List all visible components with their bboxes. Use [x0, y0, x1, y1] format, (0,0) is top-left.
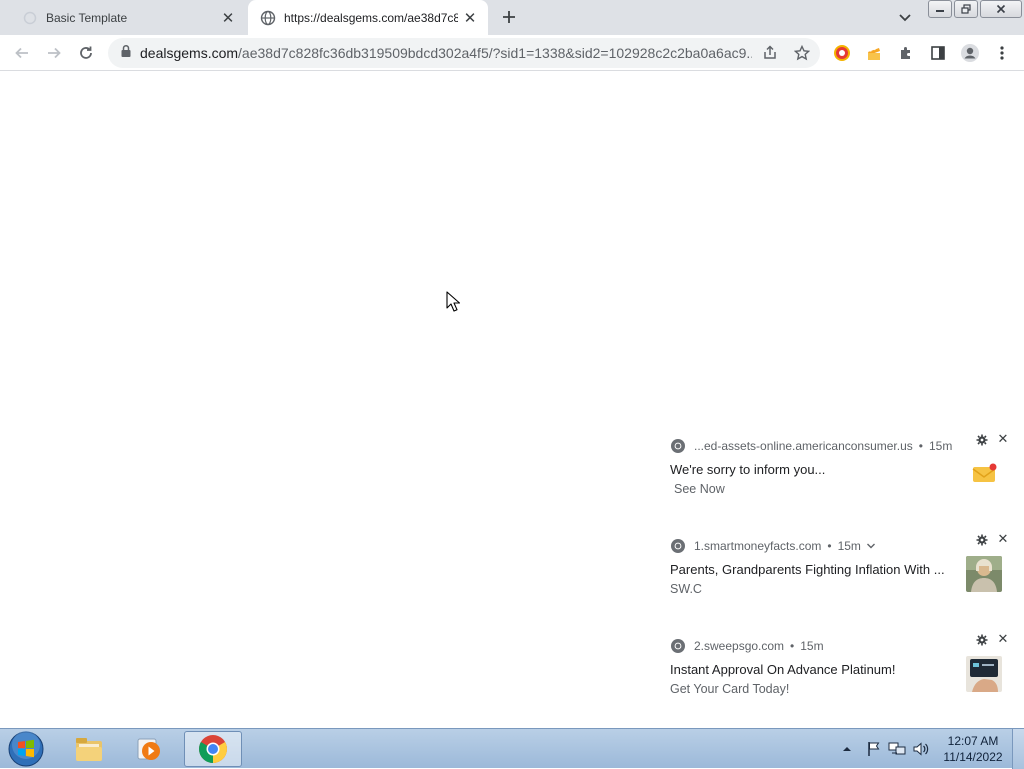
side-panel-icon[interactable]: [923, 38, 953, 68]
person-photo: [966, 556, 1002, 592]
tab-basic-template[interactable]: Basic Template ✕: [8, 0, 246, 35]
url-path: /ae38d7c828fc36db319509bdcd302a4f5/?sid1…: [238, 45, 752, 61]
notification-body: SW.C: [670, 582, 702, 596]
notification-card[interactable]: ...ed-assets-online.americanconsumer.us …: [660, 430, 1016, 520]
url-host: dealsgems.com: [140, 45, 239, 61]
chrome-icon: [671, 439, 685, 453]
close-tab-icon[interactable]: ✕: [458, 6, 482, 30]
taskbar-clock[interactable]: 12:07 AM 11/14/2022: [940, 733, 1006, 765]
close-window-button[interactable]: [980, 0, 1022, 18]
action-center-flag-icon[interactable]: [866, 741, 882, 757]
credit-card-photo: [966, 656, 1002, 692]
notification-header: ...ed-assets-online.americanconsumer.us …: [670, 438, 952, 454]
media-player-icon: [137, 738, 160, 760]
taskbar-explorer-button[interactable]: [60, 731, 118, 767]
notification-source: 1.smartmoneyfacts.com: [694, 539, 822, 553]
chrome-icon: [199, 735, 227, 763]
extensions-puzzle-icon[interactable]: [891, 38, 921, 68]
taskbar-chrome-button[interactable]: [184, 731, 242, 767]
lock-icon[interactable]: [120, 44, 132, 63]
back-arrow-icon[interactable]: [7, 38, 37, 68]
notification-title: We're sorry to inform you...: [670, 462, 826, 477]
notification-source: 2.sweepsgo.com: [694, 639, 785, 653]
notification-card[interactable]: 2.sweepsgo.com • 15m ✕ Instant Approval …: [660, 630, 1016, 720]
volume-icon[interactable]: [912, 741, 930, 757]
folder-icon: [76, 738, 102, 761]
menu-kebab-icon[interactable]: [987, 38, 1017, 68]
chrome-icon: [671, 639, 685, 653]
windows-taskbar: 12:07 AM 11/14/2022: [0, 728, 1024, 769]
gear-icon[interactable]: [976, 434, 988, 446]
close-tab-icon[interactable]: ✕: [216, 6, 240, 30]
gear-icon[interactable]: [976, 634, 988, 646]
notification-source: ...ed-assets-online.americanconsumer.us: [694, 439, 913, 453]
show-desktop-button[interactable]: [1012, 729, 1024, 769]
notification-header: 2.sweepsgo.com • 15m: [670, 638, 824, 654]
extension-clapper-icon[interactable]: [859, 38, 889, 68]
tab-search-chevron-icon[interactable]: [893, 6, 917, 30]
tab-title: https://dealsgems.com/ae38d7c8: [284, 10, 458, 25]
notification-body: Get Your Card Today!: [670, 682, 790, 696]
extension-red-shield-icon[interactable]: [827, 38, 857, 68]
loading-icon: [22, 10, 38, 26]
notification-body: See Now: [674, 482, 725, 496]
mouse-cursor-icon: [446, 291, 460, 312]
tab-title: Basic Template: [46, 10, 128, 25]
new-tab-button[interactable]: [497, 5, 521, 29]
windows-logo-icon: [8, 731, 44, 767]
envelope-icon: [966, 456, 1002, 492]
address-bar[interactable]: dealsgems.com/ae38d7c828fc36db319509bdcd…: [108, 38, 820, 68]
start-button[interactable]: [6, 731, 46, 767]
reload-icon[interactable]: [71, 38, 101, 68]
notification-card[interactable]: 1.smartmoneyfacts.com • 15m ✕ Parents, G…: [660, 530, 1016, 620]
gear-icon[interactable]: [976, 534, 988, 546]
window-controls: [928, 0, 1022, 18]
close-icon[interactable]: ✕: [996, 631, 1010, 646]
notification-time: 15m: [800, 639, 824, 653]
profile-avatar-icon[interactable]: [955, 38, 985, 68]
clock-time: 12:07 AM: [947, 734, 999, 748]
notification-time: 15m: [928, 439, 953, 453]
network-icon[interactable]: [888, 741, 906, 757]
forward-arrow-icon[interactable]: [39, 38, 69, 68]
url-text[interactable]: dealsgems.com/ae38d7c828fc36db319509bdcd…: [140, 45, 752, 61]
tab-dealsgems[interactable]: https://dealsgems.com/ae38d7c8 ✕: [248, 0, 488, 35]
globe-icon: [260, 10, 276, 26]
clock-date: 11/14/2022: [943, 750, 1003, 764]
taskbar-media-player-button[interactable]: [120, 731, 178, 767]
minimize-button[interactable]: [928, 0, 952, 18]
close-icon[interactable]: ✕: [996, 531, 1010, 546]
chrome-icon: [671, 539, 685, 553]
share-icon[interactable]: [760, 43, 780, 63]
tab-strip: Basic Template ✕ https://dealsgems.com/a…: [0, 0, 1024, 35]
browser-toolbar: dealsgems.com/ae38d7c828fc36db319509bdcd…: [0, 35, 1024, 71]
system-tray: [842, 729, 930, 769]
restore-button[interactable]: [954, 0, 978, 18]
bookmark-star-icon[interactable]: [792, 43, 812, 63]
chevron-down-icon[interactable]: [866, 542, 876, 550]
notification-title: Instant Approval On Advance Platinum!: [670, 662, 896, 677]
show-hidden-icons-icon[interactable]: [842, 744, 852, 754]
close-icon[interactable]: ✕: [996, 431, 1010, 446]
notification-time: 15m: [837, 539, 861, 553]
notification-title: Parents, Grandparents Fighting Inflation…: [670, 562, 945, 577]
notification-header: 1.smartmoneyfacts.com • 15m: [670, 538, 876, 554]
